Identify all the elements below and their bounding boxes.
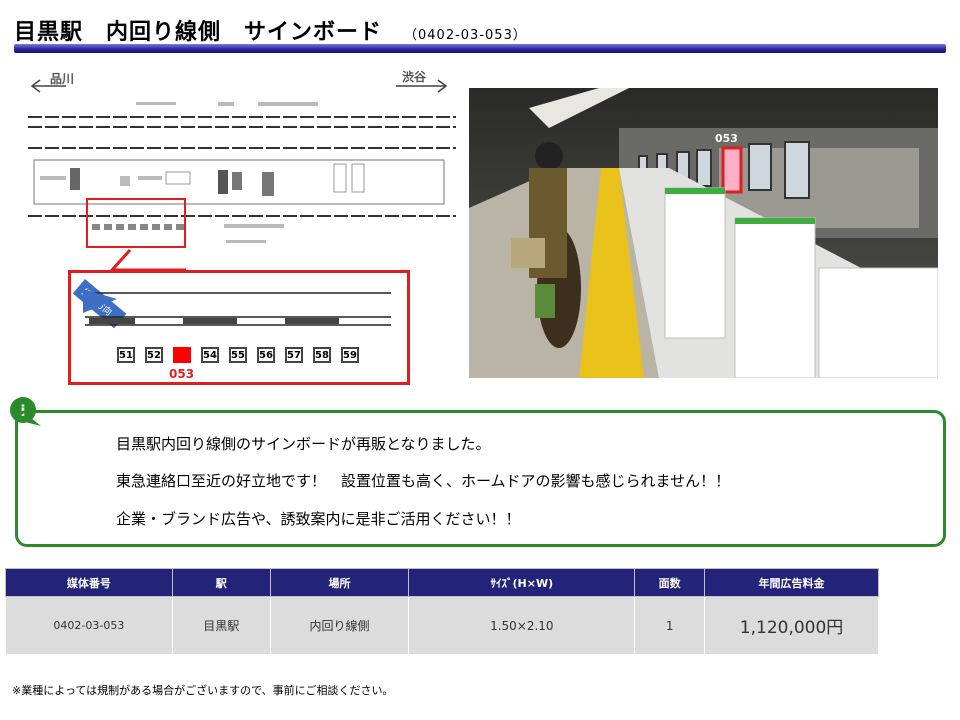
selected-board-label: 053 (169, 367, 195, 381)
left-station-label: 品川 (50, 72, 75, 86)
col-annual-fee: 年間広告料金 (704, 568, 879, 597)
board-59[interactable]: 59 (341, 347, 359, 363)
cell-media-number: 0402-03-053 (5, 596, 173, 655)
selected-area-box (86, 198, 186, 248)
footnote: ※業種によっては規制がある場合がございますので、事前にご相談ください。 (12, 684, 394, 697)
cell-faces: 1 (634, 596, 706, 655)
board-52[interactable]: 52 (145, 347, 163, 363)
zoom-tracks (83, 289, 391, 326)
board-58[interactable]: 58 (313, 347, 331, 363)
col-station: 駅 (171, 568, 271, 597)
right-station-label: 渋谷 (402, 70, 427, 84)
board-053-selected[interactable] (173, 347, 191, 363)
board-54[interactable]: 54 (201, 347, 219, 363)
cell-annual-fee: 1,120,000円 (704, 596, 879, 655)
info-line-3: 企業・ブランド広告や、誘致案内に是非ご活用ください！！ (116, 510, 521, 528)
col-size: ｻｲｽﾞ(H×W) (408, 568, 636, 597)
table-header-row: 媒体番号 駅 場所 ｻｲｽﾞ(H×W) 面数 年間広告料金 (5, 568, 879, 597)
cell-location: 内回り線側 (269, 596, 410, 655)
cell-size: 1.50×2.10 (408, 596, 636, 655)
board-51[interactable]: 51 (117, 347, 135, 363)
title-underline (14, 44, 946, 53)
col-faces: 面数 (634, 568, 706, 597)
zoom-detail: 撮影方向 51 52 54 55 56 57 58 59 053 (68, 270, 410, 385)
col-location: 場所 (269, 568, 410, 597)
station-photo: 053 (469, 88, 938, 378)
selected-board-highlight (721, 146, 743, 194)
info-line-2: 東急連絡口至近の好立地です！ 設置位置も高く、ホームドアの影響も感じられません！… (116, 472, 731, 490)
col-media-number: 媒体番号 (5, 568, 173, 597)
photo-board-label: 053 (715, 132, 738, 145)
spec-table: 媒体番号 駅 場所 ｻｲｽﾞ(H×W) 面数 年間広告料金 0402-03-05… (5, 568, 879, 655)
table-row: 0402-03-053 目黒駅 内回り線側 1.50×2.10 1 1,120,… (5, 596, 879, 655)
cell-station: 目黒駅 (171, 596, 271, 655)
media-code: （0402-03-053） (404, 28, 527, 43)
info-box: 目黒駅内回り線側のサインボードが再販となりました。 東急連絡口至近の好立地です！… (15, 410, 946, 547)
info-line-1: 目黒駅内回り線側のサインボードが再販となりました。 (116, 435, 491, 453)
title-text: 目黒駅 内回り線側 サインボード (14, 20, 383, 45)
board-56[interactable]: 56 (257, 347, 275, 363)
page-title: 目黒駅 内回り線側 サインボード （0402-03-053） (14, 14, 527, 46)
board-57[interactable]: 57 (285, 347, 303, 363)
board-55[interactable]: 55 (229, 347, 247, 363)
platform-photo-illustration (469, 88, 938, 378)
